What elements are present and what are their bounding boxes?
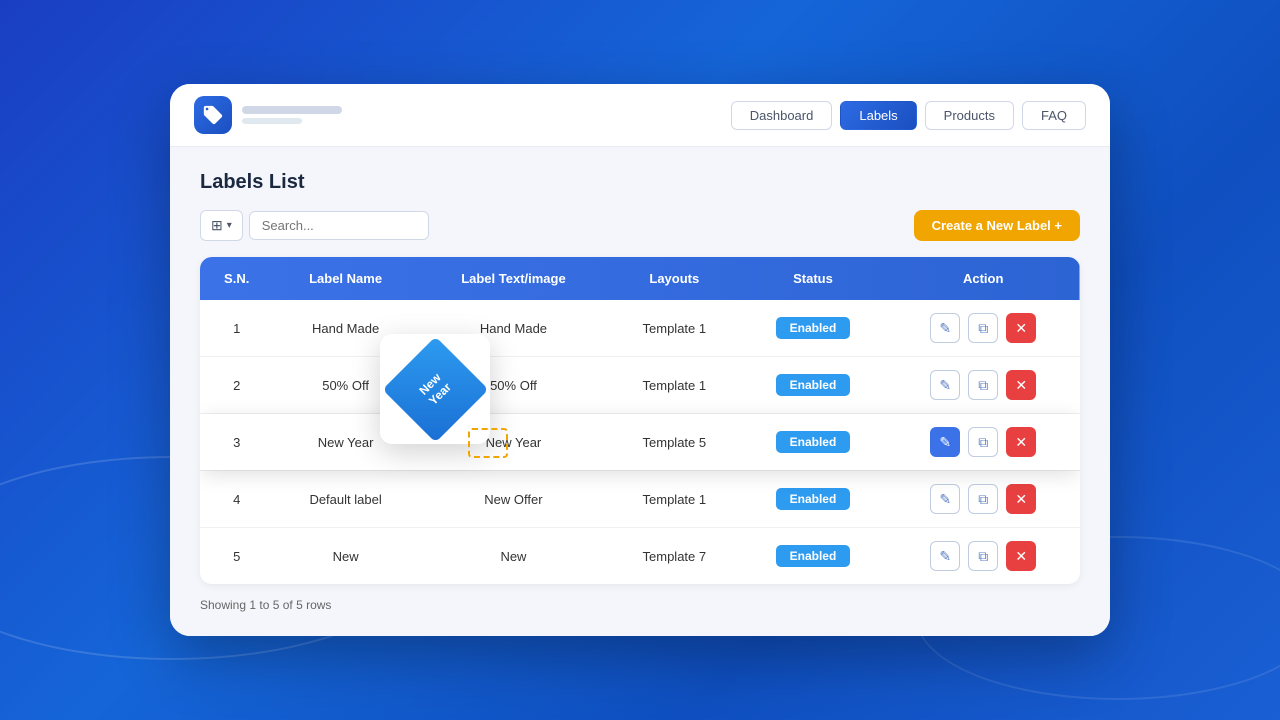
- cell-action: ✎ ⧉ ✕: [886, 300, 1080, 357]
- table-row: 1 Hand Made Hand Made Template 1 Enabled…: [200, 300, 1080, 357]
- search-input[interactable]: [249, 211, 429, 240]
- table-body: 1 Hand Made Hand Made Template 1 Enabled…: [200, 300, 1080, 584]
- nav-links: Dashboard Labels Products FAQ: [731, 101, 1086, 130]
- cell-action: ✎ ⧉ ✕: [886, 357, 1080, 414]
- action-buttons: ✎ ⧉ ✕: [898, 541, 1068, 571]
- edit-button[interactable]: ✎: [930, 427, 960, 457]
- cell-label-name: New: [273, 528, 417, 585]
- cell-action: ✎ ⧉ ✕: [886, 414, 1080, 471]
- showing-text: Showing 1 to 5 of 5 rows: [200, 598, 1080, 612]
- copy-button[interactable]: ⧉: [968, 484, 998, 514]
- delete-button[interactable]: ✕: [1006, 541, 1036, 571]
- copy-button[interactable]: ⧉: [968, 541, 998, 571]
- cell-status: Enabled: [740, 357, 887, 414]
- cell-sn: 3: [200, 414, 273, 471]
- content-area: Labels List ⊞ ▾ Create a New Label + S.N…: [170, 147, 1110, 636]
- cell-sn: 4: [200, 471, 273, 528]
- delete-button[interactable]: ✕: [1006, 370, 1036, 400]
- logo-area: [194, 96, 342, 134]
- tag-icon: [202, 104, 224, 126]
- action-buttons: ✎ ⧉ ✕: [898, 370, 1068, 400]
- copy-button[interactable]: ⧉: [968, 427, 998, 457]
- cell-sn: 2: [200, 357, 273, 414]
- col-sn: S.N.: [200, 257, 273, 300]
- cell-status: Enabled: [740, 300, 887, 357]
- col-action: Action: [886, 257, 1080, 300]
- cell-layout: Template 1: [609, 300, 739, 357]
- nav-faq[interactable]: FAQ: [1022, 101, 1086, 130]
- cell-action: ✎ ⧉ ✕: [886, 528, 1080, 585]
- table-header: S.N. Label Name Label Text/image Layouts…: [200, 257, 1080, 300]
- toolbar-left: ⊞ ▾: [200, 210, 429, 241]
- edit-button[interactable]: ✎: [930, 313, 960, 343]
- status-badge: Enabled: [776, 545, 851, 567]
- edit-button[interactable]: ✎: [930, 484, 960, 514]
- navbar: Dashboard Labels Products FAQ: [170, 84, 1110, 147]
- table-row: 2 50% Off 50% Off Template 1 Enabled ✎ ⧉…: [200, 357, 1080, 414]
- copy-button[interactable]: ⧉: [968, 370, 998, 400]
- grid-icon: ⊞: [211, 217, 223, 234]
- logo-line2: [242, 118, 302, 124]
- cell-status: Enabled: [740, 471, 887, 528]
- status-badge: Enabled: [776, 488, 851, 510]
- dashed-border-decoration: [468, 428, 508, 458]
- logo-text-area: [242, 106, 342, 124]
- cell-action: ✎ ⧉ ✕: [886, 471, 1080, 528]
- col-layouts: Layouts: [609, 257, 739, 300]
- cell-sn: 1: [200, 300, 273, 357]
- logo-icon: [194, 96, 232, 134]
- create-label-button[interactable]: Create a New Label +: [914, 210, 1080, 241]
- cell-label-text: New: [418, 528, 609, 585]
- action-buttons: ✎ ⧉ ✕: [898, 313, 1068, 343]
- nav-dashboard[interactable]: Dashboard: [731, 101, 833, 130]
- toolbar: ⊞ ▾ Create a New Label +: [200, 210, 1080, 241]
- label-preview-card: NewYear: [380, 334, 490, 444]
- col-label-name: Label Name: [273, 257, 417, 300]
- nav-labels[interactable]: Labels: [840, 101, 916, 130]
- label-badge: NewYear: [398, 352, 473, 427]
- cell-label-name: Default label: [273, 471, 417, 528]
- cell-layout: Template 1: [609, 357, 739, 414]
- delete-button[interactable]: ✕: [1006, 427, 1036, 457]
- delete-button[interactable]: ✕: [1006, 484, 1036, 514]
- action-buttons: ✎ ⧉ ✕: [898, 484, 1068, 514]
- grid-view-button[interactable]: ⊞ ▾: [200, 210, 243, 241]
- cell-sn: 5: [200, 528, 273, 585]
- page-title: Labels List: [200, 171, 1080, 194]
- table-row: 3 New Year New Year Template 5 Enabled ✎…: [200, 414, 1080, 471]
- cell-layout: Template 1: [609, 471, 739, 528]
- logo-line1: [242, 106, 342, 114]
- col-label-text: Label Text/image: [418, 257, 609, 300]
- edit-button[interactable]: ✎: [930, 370, 960, 400]
- nav-products[interactable]: Products: [925, 101, 1014, 130]
- cell-layout: Template 5: [609, 414, 739, 471]
- delete-button[interactable]: ✕: [1006, 313, 1036, 343]
- status-badge: Enabled: [776, 431, 851, 453]
- chevron-down-icon: ▾: [227, 220, 232, 231]
- table-row: 4 Default label New Offer Template 1 Ena…: [200, 471, 1080, 528]
- edit-button[interactable]: ✎: [930, 541, 960, 571]
- cell-label-text: New Offer: [418, 471, 609, 528]
- cell-status: Enabled: [740, 414, 887, 471]
- labels-table: S.N. Label Name Label Text/image Layouts…: [200, 257, 1080, 584]
- status-badge: Enabled: [776, 374, 851, 396]
- cell-status: Enabled: [740, 528, 887, 585]
- cell-layout: Template 7: [609, 528, 739, 585]
- status-badge: Enabled: [776, 317, 851, 339]
- col-status: Status: [740, 257, 887, 300]
- main-container: Dashboard Labels Products FAQ Labels Lis…: [170, 84, 1110, 636]
- action-buttons: ✎ ⧉ ✕: [898, 427, 1068, 457]
- copy-button[interactable]: ⧉: [968, 313, 998, 343]
- table-row: 5 New New Template 7 Enabled ✎ ⧉ ✕: [200, 528, 1080, 585]
